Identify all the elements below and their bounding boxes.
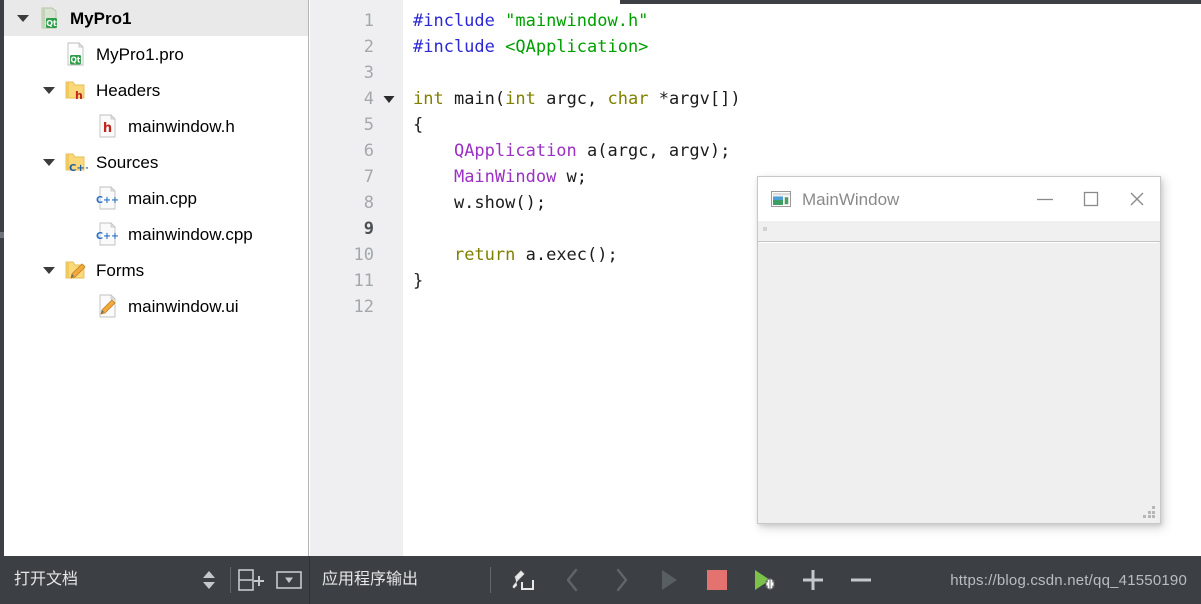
zoom-in-button[interactable] [789,556,837,604]
code-line[interactable]: 4 int main(int argc, char *argv[]) [310,86,1201,112]
open-documents-bar: 打开文档 [0,556,310,604]
line-number: 4 [363,89,374,109]
tree-item-label: Sources [96,152,159,172]
tree-item-main-cpp[interactable]: C++ main.cpp [4,180,308,216]
line-number: 6 [363,141,374,161]
code-text: { [413,115,424,135]
code-text: QApplication a(argc, argv); [453,141,731,161]
folder-h-icon: h [62,77,88,103]
application-output-bar: 应用程序输出 https://blog.csdn.net/qq_41550190 [310,556,1201,604]
previous-item-button[interactable] [549,556,597,604]
qt-pro-file-icon: Qt [62,41,88,67]
up-down-arrows-icon[interactable] [192,556,226,604]
svg-text:C++: C++ [96,195,119,206]
tree-item-sources[interactable]: C++ Sources [4,144,308,180]
mainwindow-titlebar[interactable]: MainWindow [758,177,1160,221]
code-text: return a.exec(); [453,245,618,265]
line-number: 2 [363,37,374,57]
svg-text:Qt: Qt [71,56,81,65]
line-number: 9 [363,219,374,239]
cpp-file-icon: C++ [94,221,120,247]
bottom-bar: 打开文档 应用程序输出 https://blog.csdn.net/qq_415… [0,556,1201,604]
svg-text:Qt: Qt [46,19,57,28]
tree-item-label: mainwindow.cpp [128,224,253,244]
mainwindow-content-area[interactable] [759,242,1159,522]
chevron-down-icon[interactable] [36,154,62,170]
dropdown-box-icon[interactable] [269,556,309,604]
run-button[interactable] [645,556,693,604]
tree-item-label: main.cpp [128,188,197,208]
tree-item-mainwindow-cpp[interactable]: C++ mainwindow.cpp [4,216,308,252]
svg-text:C++: C++ [69,163,88,174]
tree-item-label: Forms [96,260,145,280]
mainwindow-menubar[interactable] [758,221,1160,242]
line-number: 3 [363,63,374,83]
tree-item-label: mainwindow.h [128,116,235,136]
line-number: 8 [363,193,374,213]
tree-item-forms[interactable]: Forms [4,252,308,288]
code-line[interactable]: 5{ [310,112,1201,138]
tree-item-headers[interactable]: h Headers [4,72,308,108]
line-number: 1 [363,11,374,31]
maximize-icon[interactable] [1068,177,1114,221]
chevron-down-icon[interactable] [10,10,36,26]
tree-item-mypro1-pro[interactable]: Qt MyPro1.pro [4,36,308,72]
code-text: w.show(); [413,193,547,213]
svg-text:h: h [75,89,83,102]
qt-creator-window: Qt MyPro1 Qt MyPro1.pro h Headers h main… [0,0,1201,604]
cpp-file-icon: C++ [94,185,120,211]
code-line[interactable]: 3 [310,60,1201,86]
minimize-icon[interactable] [1022,177,1068,221]
code-text: #include "mainwindow.h" [413,11,649,31]
mainwindow-title: MainWindow [802,189,900,209]
svg-text:C++: C++ [96,231,119,242]
folder-cpp-icon: C++ [62,149,93,175]
code-text: } [413,271,424,291]
chevron-down-icon[interactable] [36,82,62,98]
debug-button[interactable] [741,556,789,604]
tree-item-label: mainwindow.ui [128,296,239,316]
h-file-icon: h [94,113,120,139]
clear-output-button[interactable] [501,556,549,604]
zoom-out-button[interactable] [837,556,885,604]
stop-button[interactable] [693,556,741,604]
tree-item-label: MyPro1.pro [96,44,184,64]
line-number: 12 [353,297,374,317]
divider [490,567,491,593]
folder-ui-icon [62,257,88,283]
tree-item-mainwindow-ui[interactable]: mainwindow.ui [4,288,308,324]
code-text: MainWindow w; [453,167,588,187]
tree-item-label: Headers [96,80,161,100]
split-add-icon[interactable] [235,556,269,604]
editor-top-edge [620,0,1201,4]
qt-project-icon: Qt [36,5,62,31]
divider [230,567,231,593]
resize-grip[interactable] [1143,506,1155,518]
tree-item-label: MyPro1 [70,8,132,28]
ui-file-icon [94,293,120,319]
tree-item-mainwindow-h[interactable]: h mainwindow.h [4,108,308,144]
qt-window-icon [771,189,791,209]
line-number: 5 [363,115,374,135]
line-number: 7 [363,167,374,187]
code-text: #include <QApplication> [413,37,649,57]
line-number: 10 [353,245,374,265]
next-item-button[interactable] [597,556,645,604]
project-tree-panel[interactable]: Qt MyPro1 Qt MyPro1.pro h Headers h main… [4,0,309,556]
code-line[interactable]: 2 #include <QApplication> [310,34,1201,60]
output-pane-label[interactable]: 应用程序输出 [322,572,482,588]
chevron-down-icon[interactable] [36,262,62,278]
line-number: 11 [353,271,374,291]
open-documents-label: 打开文档 [14,571,79,588]
svg-text:h: h [103,121,112,136]
watermark-url: https://blog.csdn.net/qq_41550190 [950,571,1187,589]
code-line[interactable]: 6 QApplication a(argc, argv); [310,138,1201,164]
code-text: int main(int argc, char *argv[]) [413,89,741,109]
close-icon[interactable] [1114,177,1160,221]
mainwindow-popup[interactable]: MainWindow [757,176,1161,524]
tree-item-mypro1[interactable]: Qt MyPro1 [4,0,308,36]
fold-chevron-down-icon[interactable] [380,86,398,112]
code-line[interactable]: 1 #include "mainwindow.h" [310,8,1201,34]
